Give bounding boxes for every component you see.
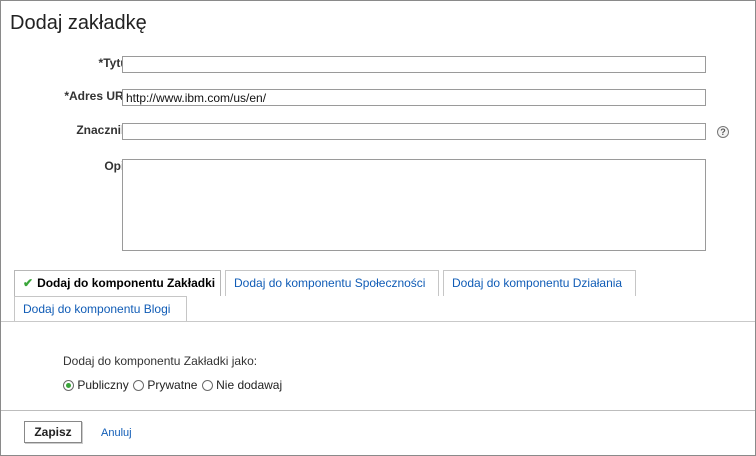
description-textarea[interactable] (122, 159, 706, 251)
save-button[interactable]: Zapisz (24, 421, 82, 443)
tab-blogs[interactable]: Dodaj do komponentu Blogi (14, 296, 187, 322)
radio-private[interactable] (133, 380, 145, 391)
dialog-title: Dodaj zakładkę (10, 12, 147, 34)
cancel-link[interactable]: Anuluj (101, 427, 132, 439)
visibility-prompt: Dodaj do komponentu Zakładki jako: (63, 354, 258, 368)
tab-divider (1, 321, 755, 322)
tab-communities[interactable]: Dodaj do komponentu Społeczności (225, 270, 439, 296)
check-icon: ✔ (23, 276, 34, 290)
add-bookmark-dialog: Dodaj zakładkę *Tytuł: *Adres URL: Znacz… (0, 0, 756, 456)
tab-activities[interactable]: Dodaj do komponentu Działania (443, 270, 636, 296)
tab-blogs-label: Dodaj do komponentu Blogi (23, 302, 171, 316)
tab-bookmarks-label: Dodaj do komponentu Zakładki (37, 276, 216, 290)
tab-communities-label: Dodaj do komponentu Społeczności (234, 276, 426, 290)
visibility-radio-group: Publiczny Prywatne Nie dodawaj (63, 378, 283, 392)
radio-public-label: Publiczny (77, 378, 129, 392)
help-icon[interactable]: ? (717, 126, 729, 138)
tags-input[interactable] (122, 123, 706, 140)
radio-private-label: Prywatne (147, 378, 198, 392)
radio-do-not-add-label: Nie dodawaj (216, 378, 283, 392)
tab-activities-label: Dodaj do komponentu Działania (452, 276, 623, 290)
tab-bookmarks[interactable]: ✔ Dodaj do komponentu Zakładki (14, 270, 221, 296)
url-input[interactable] (122, 89, 706, 106)
radio-public[interactable] (63, 380, 74, 391)
footer-divider (1, 410, 755, 411)
title-input[interactable] (122, 56, 706, 73)
radio-do-not-add[interactable] (201, 380, 213, 391)
